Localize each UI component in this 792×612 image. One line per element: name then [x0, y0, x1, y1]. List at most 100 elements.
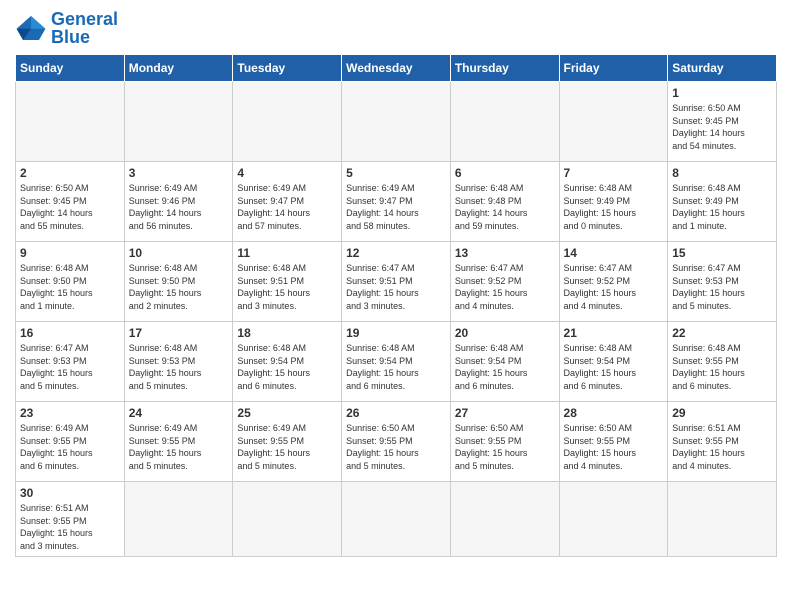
day-number: 28 — [564, 406, 664, 420]
day-info: Sunrise: 6:50 AM Sunset: 9:55 PM Dayligh… — [564, 422, 664, 472]
day-cell: 4 Sunrise: 6:49 AM Sunset: 9:47 PM Daylig… — [233, 162, 342, 242]
day-cell — [233, 82, 342, 162]
day-info: Sunrise: 6:51 AM Sunset: 9:55 PM Dayligh… — [20, 502, 120, 552]
day-header-sunday: Sunday — [16, 55, 125, 82]
logo-text: GeneralBlue — [51, 10, 118, 46]
day-number: 11 — [237, 246, 337, 260]
day-header-tuesday: Tuesday — [233, 55, 342, 82]
day-cell: 12 Sunrise: 6:47 AM Sunset: 9:51 PM Dayli… — [342, 242, 451, 322]
day-info: Sunrise: 6:48 AM Sunset: 9:55 PM Dayligh… — [672, 342, 772, 392]
day-info: Sunrise: 6:47 AM Sunset: 9:52 PM Dayligh… — [564, 262, 664, 312]
day-info: Sunrise: 6:48 AM Sunset: 9:51 PM Dayligh… — [237, 262, 337, 312]
day-cell — [342, 482, 451, 557]
day-info: Sunrise: 6:48 AM Sunset: 9:48 PM Dayligh… — [455, 182, 555, 232]
day-cell — [559, 482, 668, 557]
day-cell: 26 Sunrise: 6:50 AM Sunset: 9:55 PM Dayli… — [342, 402, 451, 482]
day-info: Sunrise: 6:49 AM Sunset: 9:55 PM Dayligh… — [237, 422, 337, 472]
day-cell: 3 Sunrise: 6:49 AM Sunset: 9:46 PM Daylig… — [124, 162, 233, 242]
day-header-monday: Monday — [124, 55, 233, 82]
week-row-6: 30Sunrise: 6:51 AM Sunset: 9:55 PM Dayli… — [16, 482, 777, 557]
day-number: 22 — [672, 326, 772, 340]
day-info: Sunrise: 6:48 AM Sunset: 9:50 PM Dayligh… — [20, 262, 120, 312]
day-number: 20 — [455, 326, 555, 340]
day-number: 7 — [564, 166, 664, 180]
day-info: Sunrise: 6:48 AM Sunset: 9:49 PM Dayligh… — [564, 182, 664, 232]
day-info: Sunrise: 6:48 AM Sunset: 9:50 PM Dayligh… — [129, 262, 229, 312]
day-cell — [450, 82, 559, 162]
day-cell — [124, 482, 233, 557]
day-cell: 20 Sunrise: 6:48 AM Sunset: 9:54 PM Dayli… — [450, 322, 559, 402]
day-info: Sunrise: 6:47 AM Sunset: 9:53 PM Dayligh… — [20, 342, 120, 392]
day-info: Sunrise: 6:50 AM Sunset: 9:55 PM Dayligh… — [455, 422, 555, 472]
day-cell — [342, 82, 451, 162]
header: GeneralBlue — [15, 10, 777, 46]
day-info: Sunrise: 6:48 AM Sunset: 9:54 PM Dayligh… — [455, 342, 555, 392]
day-number: 5 — [346, 166, 446, 180]
day-number: 19 — [346, 326, 446, 340]
day-info: Sunrise: 6:50 AM Sunset: 9:45 PM Dayligh… — [20, 182, 120, 232]
day-cell: 10 Sunrise: 6:48 AM Sunset: 9:50 PM Dayli… — [124, 242, 233, 322]
day-info: Sunrise: 6:48 AM Sunset: 9:53 PM Dayligh… — [129, 342, 229, 392]
week-row-3: 9Sunrise: 6:48 AM Sunset: 9:50 PM Daylig… — [16, 242, 777, 322]
day-info: Sunrise: 6:48 AM Sunset: 9:54 PM Dayligh… — [564, 342, 664, 392]
day-cell — [124, 82, 233, 162]
day-cell: 5 Sunrise: 6:49 AM Sunset: 9:47 PM Daylig… — [342, 162, 451, 242]
day-info: Sunrise: 6:47 AM Sunset: 9:53 PM Dayligh… — [672, 262, 772, 312]
day-number: 26 — [346, 406, 446, 420]
day-cell: 19 Sunrise: 6:48 AM Sunset: 9:54 PM Dayli… — [342, 322, 451, 402]
day-cell: 21 Sunrise: 6:48 AM Sunset: 9:54 PM Dayli… — [559, 322, 668, 402]
day-cell: 2 Sunrise: 6:50 AM Sunset: 9:45 PM Daylig… — [16, 162, 125, 242]
day-info: Sunrise: 6:47 AM Sunset: 9:51 PM Dayligh… — [346, 262, 446, 312]
day-number: 3 — [129, 166, 229, 180]
day-number: 8 — [672, 166, 772, 180]
week-row-4: 16 Sunrise: 6:47 AM Sunset: 9:53 PM Dayli… — [16, 322, 777, 402]
day-header-friday: Friday — [559, 55, 668, 82]
day-number: 12 — [346, 246, 446, 260]
day-cell: 18Sunrise: 6:48 AM Sunset: 9:54 PM Dayli… — [233, 322, 342, 402]
day-number: 16 — [20, 326, 120, 340]
day-cell: 25 Sunrise: 6:49 AM Sunset: 9:55 PM Dayli… — [233, 402, 342, 482]
day-info: Sunrise: 6:48 AM Sunset: 9:49 PM Dayligh… — [672, 182, 772, 232]
day-number: 21 — [564, 326, 664, 340]
day-number: 15 — [672, 246, 772, 260]
day-cell: 17Sunrise: 6:48 AM Sunset: 9:53 PM Dayli… — [124, 322, 233, 402]
day-number: 1 — [672, 86, 772, 100]
day-cell — [668, 482, 777, 557]
logo: GeneralBlue — [15, 10, 118, 46]
day-number: 13 — [455, 246, 555, 260]
day-cell: 29 Sunrise: 6:51 AM Sunset: 9:55 PM Dayli… — [668, 402, 777, 482]
day-info: Sunrise: 6:49 AM Sunset: 9:47 PM Dayligh… — [237, 182, 337, 232]
day-number: 6 — [455, 166, 555, 180]
header-row: SundayMondayTuesdayWednesdayThursdayFrid… — [16, 55, 777, 82]
day-info: Sunrise: 6:49 AM Sunset: 9:55 PM Dayligh… — [20, 422, 120, 472]
day-number: 2 — [20, 166, 120, 180]
day-cell — [450, 482, 559, 557]
week-row-2: 2 Sunrise: 6:50 AM Sunset: 9:45 PM Daylig… — [16, 162, 777, 242]
week-row-1: 1 Sunrise: 6:50 AM Sunset: 9:45 PM Daylig… — [16, 82, 777, 162]
day-cell: 15 Sunrise: 6:47 AM Sunset: 9:53 PM Dayli… — [668, 242, 777, 322]
day-number: 25 — [237, 406, 337, 420]
day-cell: 24Sunrise: 6:49 AM Sunset: 9:55 PM Dayli… — [124, 402, 233, 482]
day-cell: 8 Sunrise: 6:48 AM Sunset: 9:49 PM Daylig… — [668, 162, 777, 242]
day-number: 14 — [564, 246, 664, 260]
day-cell: 22 Sunrise: 6:48 AM Sunset: 9:55 PM Dayli… — [668, 322, 777, 402]
day-info: Sunrise: 6:47 AM Sunset: 9:52 PM Dayligh… — [455, 262, 555, 312]
day-cell — [16, 82, 125, 162]
day-number: 23 — [20, 406, 120, 420]
day-info: Sunrise: 6:48 AM Sunset: 9:54 PM Dayligh… — [346, 342, 446, 392]
day-info: Sunrise: 6:51 AM Sunset: 9:55 PM Dayligh… — [672, 422, 772, 472]
day-number: 4 — [237, 166, 337, 180]
day-number: 18 — [237, 326, 337, 340]
day-header-saturday: Saturday — [668, 55, 777, 82]
day-number: 29 — [672, 406, 772, 420]
day-info: Sunrise: 6:49 AM Sunset: 9:47 PM Dayligh… — [346, 182, 446, 232]
day-info: Sunrise: 6:49 AM Sunset: 9:46 PM Dayligh… — [129, 182, 229, 232]
day-info: Sunrise: 6:49 AM Sunset: 9:55 PM Dayligh… — [129, 422, 229, 472]
day-info: Sunrise: 6:50 AM Sunset: 9:55 PM Dayligh… — [346, 422, 446, 472]
day-number: 10 — [129, 246, 229, 260]
calendar-table: SundayMondayTuesdayWednesdayThursdayFrid… — [15, 54, 777, 557]
day-info: Sunrise: 6:50 AM Sunset: 9:45 PM Dayligh… — [672, 102, 772, 152]
day-cell: 30Sunrise: 6:51 AM Sunset: 9:55 PM Dayli… — [16, 482, 125, 557]
day-cell: 11 Sunrise: 6:48 AM Sunset: 9:51 PM Dayli… — [233, 242, 342, 322]
day-cell: 27Sunrise: 6:50 AM Sunset: 9:55 PM Dayli… — [450, 402, 559, 482]
